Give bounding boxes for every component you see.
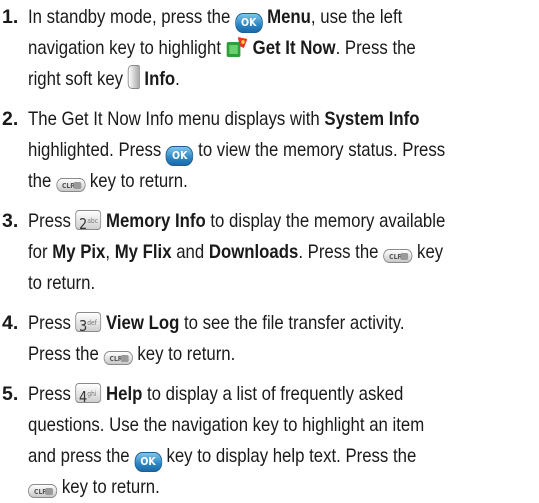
ok-key-icon: OK xyxy=(234,13,263,33)
step-number: 2. xyxy=(2,108,19,130)
step-number: 5. xyxy=(2,383,19,405)
key-2-icon: 2abc xyxy=(75,210,102,233)
key-3-icon: 3def xyxy=(75,312,102,335)
clr-key-icon: CLR xyxy=(55,178,86,192)
ok-key-icon: OK xyxy=(165,146,194,166)
instructions-list: 1. In standby mode, press the OK Menu, u… xyxy=(0,0,539,501)
clr-key-icon: CLR xyxy=(28,484,58,498)
ok-key-icon: OK xyxy=(134,452,162,472)
key-4-icon: 4ghi xyxy=(75,383,102,406)
right-soft-key-icon xyxy=(127,65,140,89)
get-it-now-icon xyxy=(226,37,248,57)
clr-key-icon: CLR xyxy=(103,351,133,365)
clr-key-icon: CLR xyxy=(383,249,413,263)
step-number: 4. xyxy=(2,312,19,334)
step-number: 1. xyxy=(2,6,19,28)
step-number: 3. xyxy=(2,210,19,232)
